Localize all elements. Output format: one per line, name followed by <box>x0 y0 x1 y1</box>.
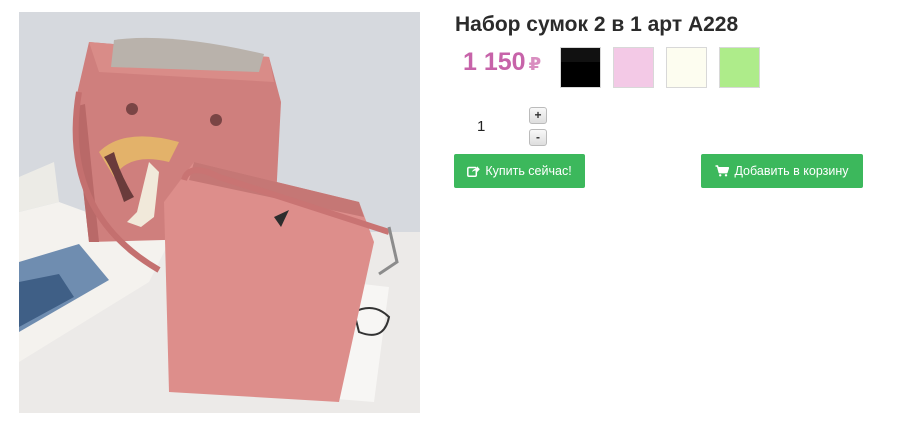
product-title: Набор сумок 2 в 1 арт A228 <box>455 13 739 36</box>
quantity-value[interactable]: 1 <box>477 118 485 135</box>
color-swatch-cream[interactable] <box>666 47 707 88</box>
currency-symbol: ₽ <box>528 54 542 74</box>
product-price: 1 150 ₽ <box>463 48 541 77</box>
quantity-increase-button[interactable]: + <box>529 107 547 124</box>
buy-now-label: Купить сейчас! <box>485 164 572 178</box>
color-swatch-black[interactable] <box>560 47 601 88</box>
color-swatch-pink[interactable] <box>613 47 654 88</box>
quantity-decrease-button[interactable]: - <box>529 129 547 146</box>
color-swatch-green[interactable] <box>719 47 760 88</box>
product-image[interactable] <box>19 12 420 413</box>
add-to-cart-button[interactable]: Добавить в корзину <box>701 154 863 188</box>
price-amount: 1 150 <box>463 48 526 76</box>
product-page: Набор сумок 2 в 1 арт A228 1 150 ₽ 1 + - … <box>0 0 919 436</box>
share-square-icon <box>467 165 481 177</box>
cart-icon <box>715 165 730 177</box>
add-to-cart-label: Добавить в корзину <box>734 164 849 178</box>
buy-now-button[interactable]: Купить сейчас! <box>454 154 585 188</box>
